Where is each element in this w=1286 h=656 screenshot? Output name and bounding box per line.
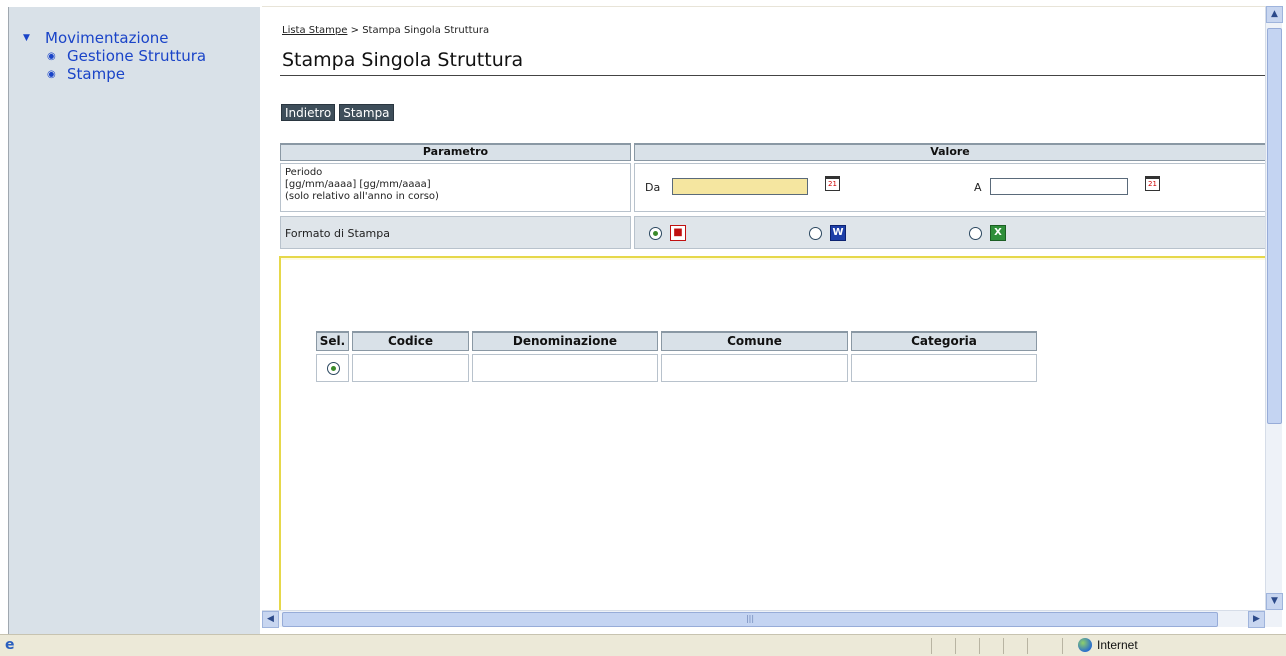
scroll-down-icon[interactable]: ▼ (1266, 593, 1283, 610)
scroll-corner (1265, 610, 1282, 627)
radio-format-word[interactable] (809, 227, 822, 240)
breadcrumb-link-lista-stampe[interactable]: Lista Stampe (282, 25, 347, 36)
vertical-scroll-thumb[interactable] (1267, 28, 1282, 424)
row-select-radio[interactable] (327, 362, 340, 375)
to-label: A (974, 181, 982, 194)
breadcrumb: Lista Stampe > Stampa Singola Struttura (282, 25, 489, 36)
pdf-icon: ■ (670, 225, 686, 241)
radio-format-pdf[interactable] (649, 227, 662, 240)
scroll-right-icon[interactable]: ▶ (1248, 611, 1265, 628)
navigation-tree: ▼ Movimentazione ◉ Gestione Struttura ◉ … (23, 29, 206, 83)
toolbar: Indietro Stampa (281, 104, 394, 121)
results-frame: Sel. Codice Denominazione Comune Categor… (279, 256, 1269, 616)
header-denominazione: Denominazione (472, 331, 658, 351)
header-codice: Codice (352, 331, 469, 351)
header-valore: Valore (634, 143, 1265, 161)
period-format-hint: [gg/mm/aaaa] [gg/mm/aaaa] (285, 179, 431, 190)
main-frame: Lista Stampe > Stampa Singola Struttura … (262, 6, 1270, 616)
tree-item-label[interactable]: Stampe (67, 65, 125, 83)
print-button[interactable]: Stampa (339, 104, 394, 121)
scroll-left-icon[interactable]: ◀ (262, 611, 279, 628)
tree-root-label[interactable]: Movimentazione (45, 29, 169, 47)
tree-item-gestione-struttura[interactable]: ◉ Gestione Struttura (47, 47, 206, 65)
period-scope-hint: (solo relativo all'anno in corso) (285, 191, 439, 202)
header-comune: Comune (661, 331, 848, 351)
table-cell-codice (352, 354, 469, 382)
horizontal-scrollbar[interactable]: ◀ ||| ▶ (262, 610, 1265, 628)
tree-item-label[interactable]: Gestione Struttura (67, 47, 206, 65)
radio-format-excel[interactable] (969, 227, 982, 240)
globe-icon (1078, 638, 1092, 652)
collapse-arrow-icon[interactable]: ▼ (23, 33, 45, 43)
scroll-up-icon[interactable]: ▲ (1266, 6, 1283, 23)
period-label: Periodo (285, 167, 323, 178)
table-cell-categoria (851, 354, 1037, 382)
header-categoria: Categoria (851, 331, 1037, 351)
bullet-icon: ◉ (47, 50, 56, 62)
table-cell-comune (661, 354, 848, 382)
tree-root-movimentazione[interactable]: ▼ Movimentazione (23, 29, 206, 47)
from-label: Da (645, 181, 661, 194)
status-divider (979, 638, 980, 654)
status-bar: e Internet (0, 634, 1286, 656)
breadcrumb-separator: > (347, 25, 363, 36)
calendar-to-icon[interactable]: 21 (1145, 176, 1160, 191)
format-value-cell: ■ W X (634, 216, 1265, 249)
status-divider (955, 638, 956, 654)
format-label: Formato di Stampa (285, 227, 390, 240)
browser-page-icon: e (5, 637, 15, 653)
table-row-sel-cell (316, 354, 349, 382)
status-divider (1027, 638, 1028, 654)
table-cell-denominazione (472, 354, 658, 382)
date-to-input[interactable] (990, 178, 1128, 195)
period-value-cell: Da 21 A 21 (634, 163, 1265, 212)
back-button[interactable]: Indietro (281, 104, 336, 121)
security-zone: Internet (1078, 638, 1138, 652)
excel-icon: X (990, 225, 1006, 241)
header-parametro: Parametro (280, 143, 631, 161)
title-divider (280, 75, 1270, 76)
bullet-icon: ◉ (47, 68, 56, 80)
status-divider (1062, 638, 1063, 654)
vertical-scrollbar[interactable]: ▲ ▼ (1265, 6, 1283, 610)
zone-label: Internet (1097, 638, 1138, 652)
header-sel: Sel. (316, 331, 349, 351)
horizontal-scroll-thumb[interactable]: ||| (282, 612, 1218, 627)
tree-item-stampe[interactable]: ◉ Stampe (47, 65, 206, 83)
left-frame: ▼ Movimentazione ◉ Gestione Struttura ◉ … (0, 0, 262, 634)
word-icon: W (830, 225, 846, 241)
period-label-cell: Periodo [gg/mm/aaaa] [gg/mm/aaaa] (solo … (280, 163, 631, 212)
status-divider (1003, 638, 1004, 654)
status-divider (931, 638, 932, 654)
breadcrumb-current: Stampa Singola Struttura (362, 25, 490, 36)
calendar-from-icon[interactable]: 21 (825, 176, 840, 191)
page-title: Stampa Singola Struttura (282, 49, 524, 71)
navigation-panel: ▼ Movimentazione ◉ Gestione Struttura ◉ … (8, 7, 260, 634)
format-label-cell: Formato di Stampa (280, 216, 631, 249)
date-from-input[interactable] (672, 178, 808, 195)
